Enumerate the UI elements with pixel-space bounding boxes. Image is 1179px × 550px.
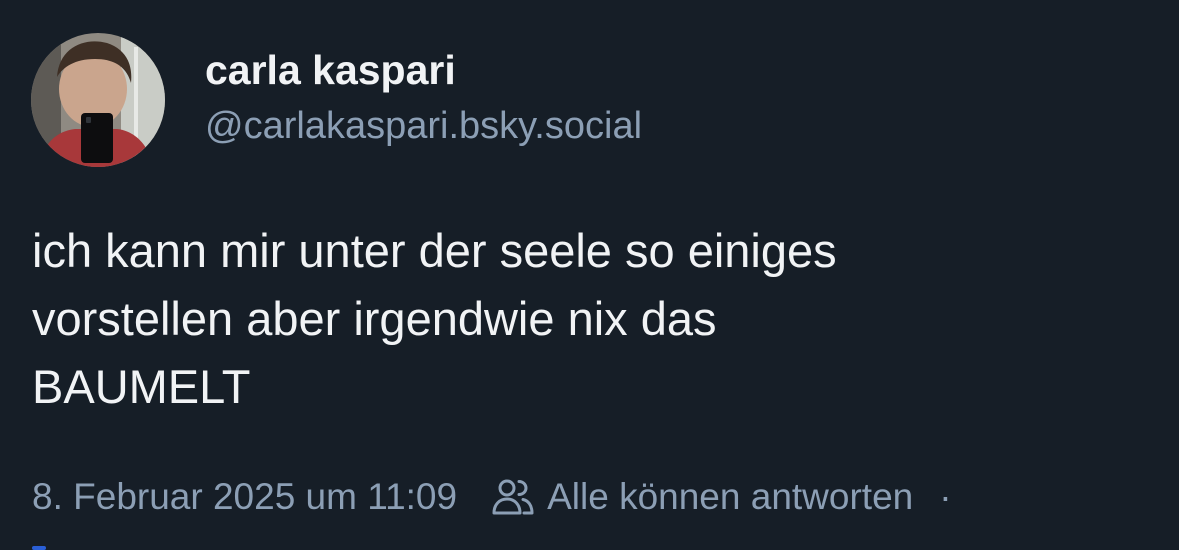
profile-photo-icon: [31, 33, 165, 167]
post-card: carla kaspari @carlakaspari.bsky.social …: [0, 0, 1179, 550]
partial-next-row: [32, 546, 46, 550]
post-text: ich kann mir unter der seele so einiges …: [32, 224, 837, 413]
author-display-name[interactable]: carla kaspari: [205, 44, 642, 96]
author-info: carla kaspari @carlakaspari.bsky.social: [205, 44, 642, 151]
meta-separator: ·: [939, 476, 952, 517]
reply-setting[interactable]: Alle können antworten: [491, 476, 913, 518]
post-meta: 8. Februar 2025 um 11:09 Alle können ant…: [32, 476, 952, 518]
post-timestamp[interactable]: 8. Februar 2025 um 11:09: [32, 476, 457, 518]
author-avatar[interactable]: [31, 33, 165, 167]
reply-setting-label: Alle können antworten: [547, 476, 914, 517]
people-icon: [491, 477, 535, 517]
author-handle[interactable]: @carlakaspari.bsky.social: [205, 101, 642, 151]
